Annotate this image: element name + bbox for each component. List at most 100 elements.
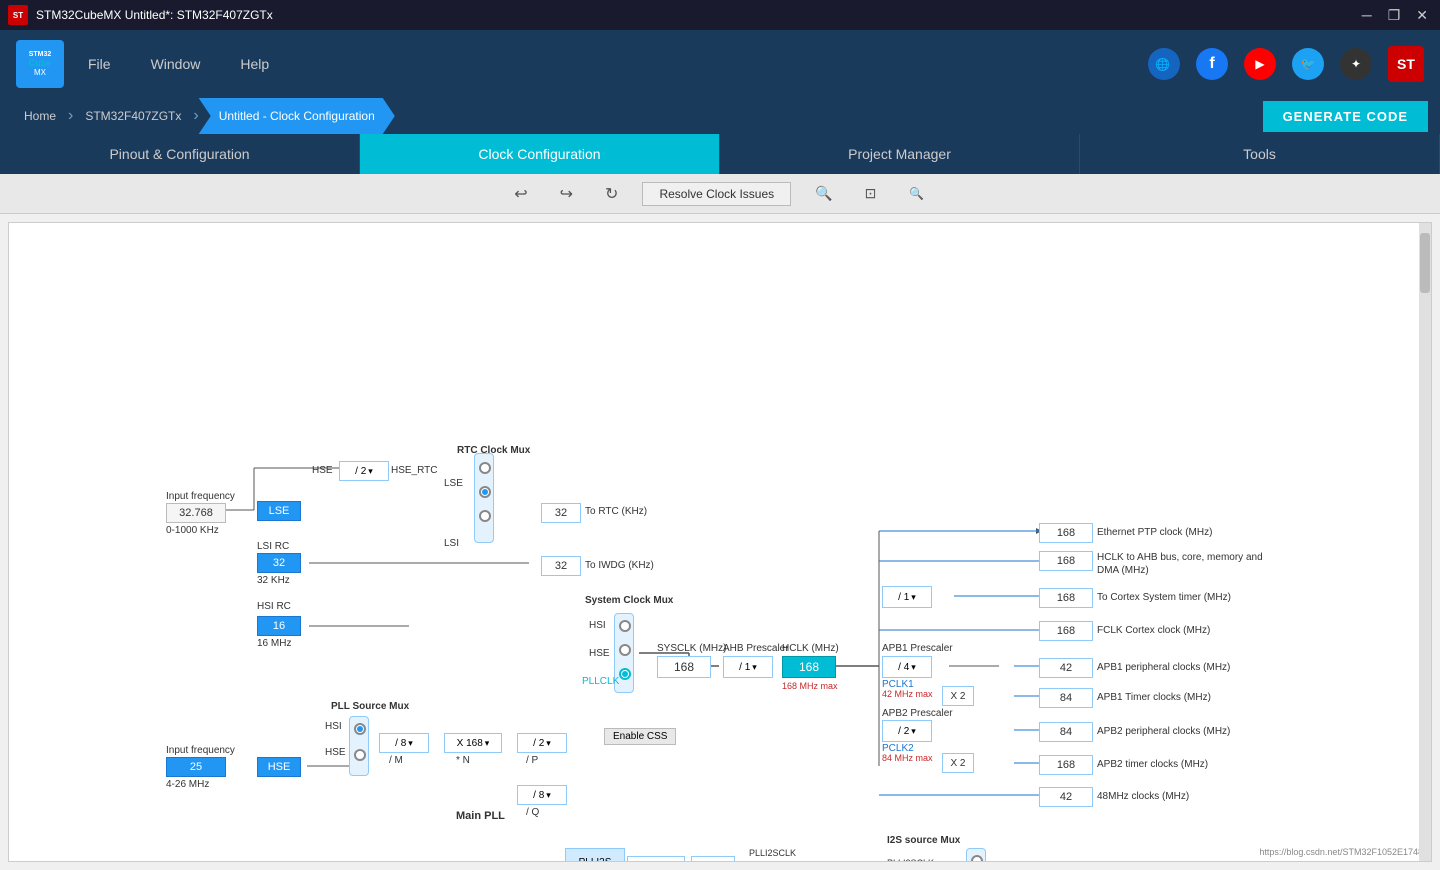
lse-freq-box[interactable]: 32.768 (166, 503, 226, 523)
nav-links: File Window Help (88, 56, 269, 72)
apb2-timer-value[interactable]: 168 (1039, 755, 1093, 775)
apb2-periph-value[interactable]: 84 (1039, 722, 1093, 742)
lsi-label: LSI RC (257, 541, 289, 552)
clk48-value[interactable]: 42 (1039, 787, 1093, 807)
breadcrumb-device[interactable]: STM32F407ZGTx (73, 98, 193, 134)
breadcrumb-current[interactable]: Untitled - Clock Configuration (199, 98, 395, 134)
sys-mux-label: System Clock Mux (585, 595, 673, 606)
brand: STM32 Cube MX (16, 40, 64, 88)
pll-src-mux-box (349, 716, 369, 776)
vertical-scrollbar[interactable] (1419, 223, 1431, 861)
apb1-timer-label: APB1 Timer clocks (MHz) (1097, 692, 1211, 703)
sys-hse-label: HSE (589, 648, 610, 659)
pll-q-select[interactable]: / 8 (517, 785, 567, 805)
i2s-plli2s-radio[interactable] (971, 855, 983, 862)
sys-hsi-radio[interactable] (619, 620, 631, 632)
ahb-prescaler-label: AHB Prescaler (723, 643, 789, 654)
x2-apb1-box: X 2 (942, 686, 974, 706)
hse-freq-box[interactable]: 25 (166, 757, 226, 777)
hsi-label: HSI RC (257, 601, 291, 612)
navbar-right: 🌐 f ▶ 🐦 ✦ ST (1148, 46, 1424, 82)
i2s-r-select[interactable]: / 2 (691, 856, 735, 862)
tab-tools[interactable]: Tools (1080, 134, 1440, 174)
i2s-mux-box (966, 848, 986, 862)
generate-code-button[interactable]: GENERATE CODE (1263, 101, 1428, 132)
cortex-timer-value[interactable]: 168 (1039, 588, 1093, 608)
facebook-icon[interactable]: f (1196, 48, 1228, 80)
pll-n-select[interactable]: X 168 (444, 733, 502, 753)
apb2-prescaler-select[interactable]: / 2 (882, 720, 932, 742)
rtc-lsi-radio[interactable] (479, 510, 491, 522)
zoom-in-button[interactable]: 🔍 (807, 181, 840, 206)
pll-hse-radio[interactable] (354, 749, 366, 761)
scrollbar-thumb[interactable] (1420, 233, 1430, 293)
network-icon[interactable]: ✦ (1340, 48, 1372, 80)
sys-pll-radio[interactable] (619, 668, 631, 680)
rtc-hse-radio[interactable] (479, 462, 491, 474)
hse-block[interactable]: HSE (257, 757, 301, 777)
zoom-out-button[interactable]: 🔍 (903, 183, 931, 204)
maximize-button[interactable]: ❐ (1384, 7, 1405, 24)
apb1-prescaler-label: APB1 Prescaler (882, 643, 953, 654)
fit-button[interactable]: ⊡ (857, 181, 885, 206)
tab-clock[interactable]: Clock Configuration (360, 134, 720, 174)
titlebar-controls[interactable]: ─ ❐ ✕ (1358, 7, 1432, 24)
hse-rtc-div-select[interactable]: / 2 (339, 461, 389, 481)
close-button[interactable]: ✕ (1412, 7, 1432, 24)
eth-ptp-label: Ethernet PTP clock (MHz) (1097, 527, 1212, 538)
breadcrumb-home[interactable]: Home (12, 98, 68, 134)
apb1-prescaler-select[interactable]: / 4 (882, 656, 932, 678)
help-menu[interactable]: Help (240, 56, 269, 72)
cortex-div-select[interactable]: / 1 (882, 586, 932, 608)
watermark: https://blog.csdn.net/STM32F1052E1748 (1259, 847, 1423, 857)
pclk1-max-label: 42 MHz max (882, 689, 933, 699)
navbar: STM32 Cube MX File Window Help 🌐 f ▶ 🐦 ✦ (0, 30, 1440, 98)
hsi-block[interactable]: 16 (257, 616, 301, 636)
lsi-block[interactable]: 32 (257, 553, 301, 573)
tab-project[interactable]: Project Manager (720, 134, 1080, 174)
ahb-prescaler-select[interactable]: / 1 (723, 656, 773, 678)
hclk-value[interactable]: 168 (782, 656, 836, 678)
to-iwdg-label: To IWDG (KHz) (585, 560, 654, 571)
hclk-label: HCLK (MHz) (782, 643, 839, 654)
twitter-icon[interactable]: 🐦 (1292, 48, 1324, 80)
apb1-periph-value[interactable]: 42 (1039, 658, 1093, 678)
toolbar: ↩ ↪ ↻ Resolve Clock Issues 🔍 ⊡ 🔍 (0, 174, 1440, 214)
rtc-mux-box (474, 453, 494, 543)
lse-block[interactable]: LSE (257, 501, 301, 521)
x2-apb2-box: X 2 (942, 753, 974, 773)
eth-ptp-value[interactable]: 168 (1039, 523, 1093, 543)
social-icon-1[interactable]: 🌐 (1148, 48, 1180, 80)
to-iwdg-value[interactable]: 32 (541, 556, 581, 576)
to-rtc-value[interactable]: 32 (541, 503, 581, 523)
pll-m-select[interactable]: / 8 (379, 733, 429, 753)
sys-hsi-label: HSI (589, 620, 606, 631)
hse-rtc-src-label: HSE (312, 465, 333, 476)
pll-m-label: / M (389, 755, 403, 766)
i2s-n-select[interactable]: X 192 (627, 856, 685, 862)
st-icon[interactable]: ST (1388, 46, 1424, 82)
rtc-lse-radio[interactable] (479, 486, 491, 498)
fclk-value[interactable]: 168 (1039, 621, 1093, 641)
refresh-button[interactable]: ↻ (597, 180, 626, 208)
enable-css-button[interactable]: Enable CSS (604, 728, 676, 745)
resolve-clock-button[interactable]: Resolve Clock Issues (642, 182, 791, 206)
window-menu[interactable]: Window (151, 56, 201, 72)
undo-button[interactable]: ↩ (506, 180, 535, 208)
pll-q-label: / Q (526, 807, 539, 818)
svg-text:🌐: 🌐 (1155, 58, 1170, 72)
file-menu[interactable]: File (88, 56, 111, 72)
tab-pinout[interactable]: Pinout & Configuration (0, 134, 360, 174)
sysclk-value[interactable]: 168 (657, 656, 711, 678)
hse-freq-label: Input frequency (166, 745, 235, 756)
apb1-timer-value[interactable]: 84 (1039, 688, 1093, 708)
hclk-ahb-value[interactable]: 168 (1039, 551, 1093, 571)
minimize-button[interactable]: ─ (1358, 7, 1376, 24)
clk48-label: 48MHz clocks (MHz) (1097, 791, 1189, 802)
pll-hsi-radio[interactable] (354, 723, 366, 735)
sys-hse-radio[interactable] (619, 644, 631, 656)
pll-p-select[interactable]: / 2 (517, 733, 567, 753)
redo-button[interactable]: ↪ (552, 180, 581, 208)
lsi-freq-label: 32 KHz (257, 575, 290, 586)
youtube-icon[interactable]: ▶ (1244, 48, 1276, 80)
